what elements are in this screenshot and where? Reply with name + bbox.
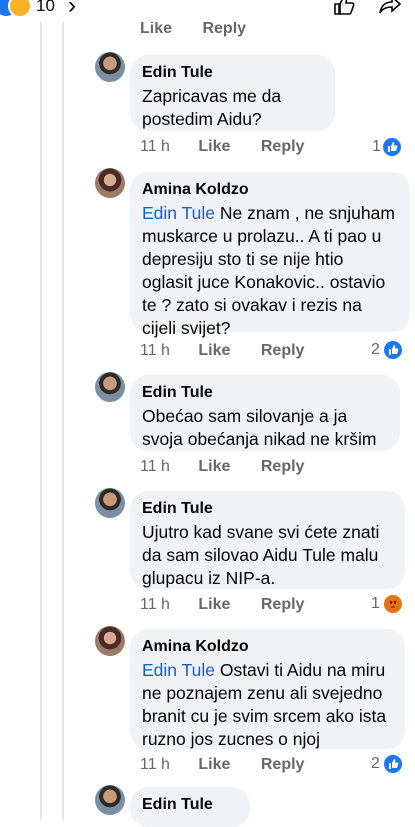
sad-reaction-icon bbox=[8, 0, 32, 18]
avatar[interactable] bbox=[95, 785, 125, 815]
thread-line bbox=[40, 20, 42, 820]
comment-actions: 11 h Like Reply bbox=[140, 596, 330, 614]
avatar[interactable] bbox=[95, 626, 125, 656]
comment-actions: 11 h Like Reply bbox=[140, 138, 330, 156]
reply-thread-line bbox=[62, 20, 64, 820]
reply-button[interactable]: Reply bbox=[202, 20, 246, 37]
comment-author[interactable]: Edin Tule bbox=[142, 499, 393, 519]
reply-button[interactable]: Reply bbox=[261, 756, 305, 773]
comment-reaction-count[interactable]: 2 bbox=[371, 755, 380, 773]
comment-author[interactable]: Edin Tule bbox=[142, 383, 388, 403]
comment-text: Obećao sam silovanje a ja svoja obećanja… bbox=[142, 406, 377, 449]
share-icon[interactable] bbox=[378, 0, 402, 16]
comment-reaction-count[interactable]: 1 bbox=[371, 595, 380, 613]
comment-author[interactable]: Edin Tule bbox=[142, 795, 238, 815]
comment-text: Zapricavas me da postedim Aidu? bbox=[142, 86, 282, 129]
comment-bubble: Edin Tule Obećao sam silovanje a ja svoj… bbox=[130, 375, 400, 451]
comment-author[interactable]: Amina Koldzo bbox=[142, 637, 393, 657]
avatar[interactable] bbox=[95, 168, 125, 198]
previous-comment-actions: Like Reply bbox=[140, 20, 272, 38]
comment-text: Edin Tule Ne znam , ne snjuham muskarce … bbox=[142, 202, 398, 340]
comment-time[interactable]: 11 h bbox=[140, 342, 170, 359]
comment-text: Ujutro kad svane svi ćete znati da sam s… bbox=[142, 522, 380, 588]
comment-bubble: Amina Koldzo Edin Tule Ostavi ti Aidu na… bbox=[130, 629, 405, 749]
comment-author[interactable]: Amina Koldzo bbox=[142, 180, 398, 200]
like-button[interactable]: Like bbox=[198, 342, 230, 359]
reaction-count[interactable]: 10 bbox=[36, 0, 55, 16]
like-button[interactable]: Like bbox=[198, 458, 230, 475]
mention-link[interactable]: Edin Tule bbox=[142, 660, 215, 680]
comment-time[interactable]: 11 h bbox=[140, 138, 170, 155]
avatar[interactable] bbox=[95, 488, 125, 518]
reply-button[interactable]: Reply bbox=[261, 596, 305, 613]
comment-reaction-count[interactable]: 2 bbox=[371, 341, 380, 359]
comment-time[interactable]: 11 h bbox=[140, 596, 170, 613]
like-button[interactable]: Like bbox=[198, 596, 230, 613]
comment-bubble: Amina Koldzo Edin Tule Ne znam , ne snju… bbox=[130, 172, 410, 338]
comment-text-body: Ne znam , ne snjuham muskarce u prolazu.… bbox=[142, 203, 395, 338]
comment-author[interactable]: Edin Tule bbox=[142, 63, 323, 83]
like-button[interactable]: Like bbox=[198, 138, 230, 155]
like-reaction-icon bbox=[382, 753, 404, 775]
comment-actions: 11 h Like Reply bbox=[140, 458, 330, 476]
avatar[interactable] bbox=[95, 52, 125, 82]
reply-button[interactable]: Reply bbox=[261, 458, 305, 475]
comment-actions: 11 h Like Reply bbox=[140, 342, 330, 360]
comment-time[interactable]: 11 h bbox=[140, 458, 170, 475]
like-button[interactable]: Like bbox=[198, 756, 230, 773]
comment-reaction-count[interactable]: 1 bbox=[372, 138, 381, 156]
like-reaction-icon bbox=[382, 339, 404, 361]
like-icon[interactable] bbox=[332, 0, 356, 16]
chevron-right-icon[interactable]: › bbox=[68, 0, 76, 20]
reply-button[interactable]: Reply bbox=[261, 342, 305, 359]
reply-button[interactable]: Reply bbox=[261, 138, 305, 155]
comment-time[interactable]: 11 h bbox=[140, 756, 170, 773]
post-reaction-bar: 10 › bbox=[0, 0, 415, 22]
avatar[interactable] bbox=[95, 372, 125, 402]
mention-link[interactable]: Edin Tule bbox=[142, 203, 215, 223]
comment-bubble: Edin Tule Ujutro kad svane svi ćete znat… bbox=[130, 491, 405, 589]
comment-bubble: Edin Tule Zapricavas me da postedim Aidu… bbox=[130, 55, 335, 131]
comment-text: Edin Tule Ostavi ti Aidu na miru ne pozn… bbox=[142, 659, 393, 751]
angry-reaction-icon bbox=[382, 593, 404, 615]
comment-actions: 11 h Like Reply bbox=[140, 756, 330, 774]
like-reaction-icon bbox=[381, 136, 403, 158]
like-button[interactable]: Like bbox=[140, 20, 172, 37]
comment-bubble: Edin Tule bbox=[130, 787, 250, 827]
